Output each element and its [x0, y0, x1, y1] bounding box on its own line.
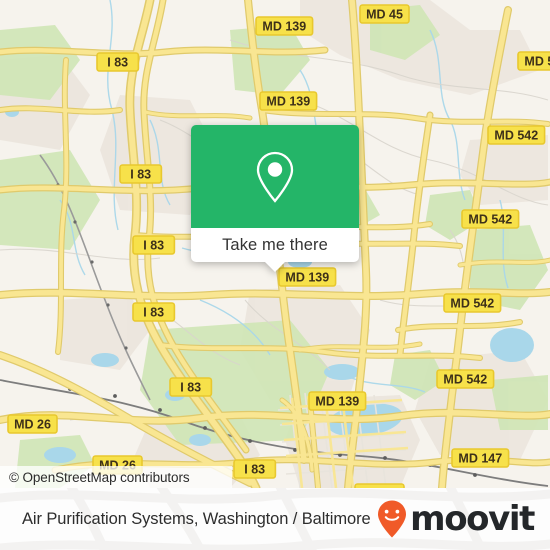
location-pin-icon	[256, 151, 294, 203]
take-me-there-label: Take me there	[222, 235, 328, 254]
road-shield: MD 26	[7, 414, 58, 434]
road-shield-label: MD 139	[266, 94, 310, 108]
road-shield: MD 147	[451, 448, 510, 468]
callout-pin-area	[191, 125, 359, 228]
map-attribution: © OpenStreetMap contributors	[0, 466, 232, 488]
road-shield-label: MD 542	[450, 296, 494, 310]
location-callout-card[interactable]: Take me there	[191, 125, 359, 272]
road-shield: MD 139	[259, 91, 318, 111]
road-shield: I 83	[119, 164, 163, 184]
road-shield: MD 45	[359, 4, 410, 24]
road-shield-label: MD 147	[458, 451, 502, 465]
road-shield: MD 542	[487, 125, 546, 145]
road-shield-label: I 83	[143, 238, 164, 252]
callout-pointer-tail	[264, 261, 286, 272]
road-shield-label: MD 542	[494, 128, 538, 142]
road-shield: I 83	[132, 235, 176, 255]
moovit-smiley-pin-icon	[378, 500, 407, 538]
take-me-there-button[interactable]: Take me there	[191, 228, 359, 262]
road-shield-label: I 83	[107, 55, 128, 69]
road-shield-label: I 83	[244, 462, 265, 476]
road-shield-label: MD 542	[468, 212, 512, 226]
road-shield: MD 542	[461, 209, 520, 229]
road-shield: MD 139	[255, 16, 314, 36]
moovit-wordmark: moovit	[410, 499, 535, 539]
road-shield: MD 542	[436, 369, 495, 389]
page-title: Air Purification Systems, Washington / B…	[22, 509, 371, 528]
road-shield: MD 542	[517, 51, 550, 71]
moovit-brand-logo[interactable]: moovit	[376, 499, 535, 539]
footer-bar: Air Purification Systems, Washington / B…	[0, 488, 550, 550]
road-shield: MD 139	[308, 391, 367, 411]
road-shield-label: I 83	[130, 167, 151, 181]
road-shield: I 83	[132, 302, 176, 322]
road-shield: MD 542	[443, 293, 502, 313]
road-shield: I 83	[96, 52, 140, 72]
road-shield: MD 139	[278, 267, 337, 287]
road-shield-label: MD 139	[315, 394, 359, 408]
road-shield-label: MD 45	[366, 7, 403, 21]
map-canvas[interactable]: MD 139 MD 45 MD 542 I 83 MD 139 MD 542 I 83 MD …	[0, 0, 550, 488]
road-shield-label: MD 139	[262, 19, 306, 33]
road-shield: I 83	[169, 377, 213, 397]
road-shield-label: MD 542	[524, 54, 550, 68]
moovit-map-screenshot: MD 139 MD 45 MD 542 I 83 MD 139 MD 542 I 83 MD …	[0, 0, 550, 550]
attribution-text: © OpenStreetMap contributors	[9, 469, 190, 485]
road-shield-label: MD 139	[285, 270, 329, 284]
road-shield-label: MD 542	[443, 372, 487, 386]
road-shield-label: I 83	[180, 380, 201, 394]
road-shield-label: MD 26	[14, 417, 51, 431]
road-shield: I 83	[233, 459, 277, 479]
road-shield-label: I 83	[143, 305, 164, 319]
